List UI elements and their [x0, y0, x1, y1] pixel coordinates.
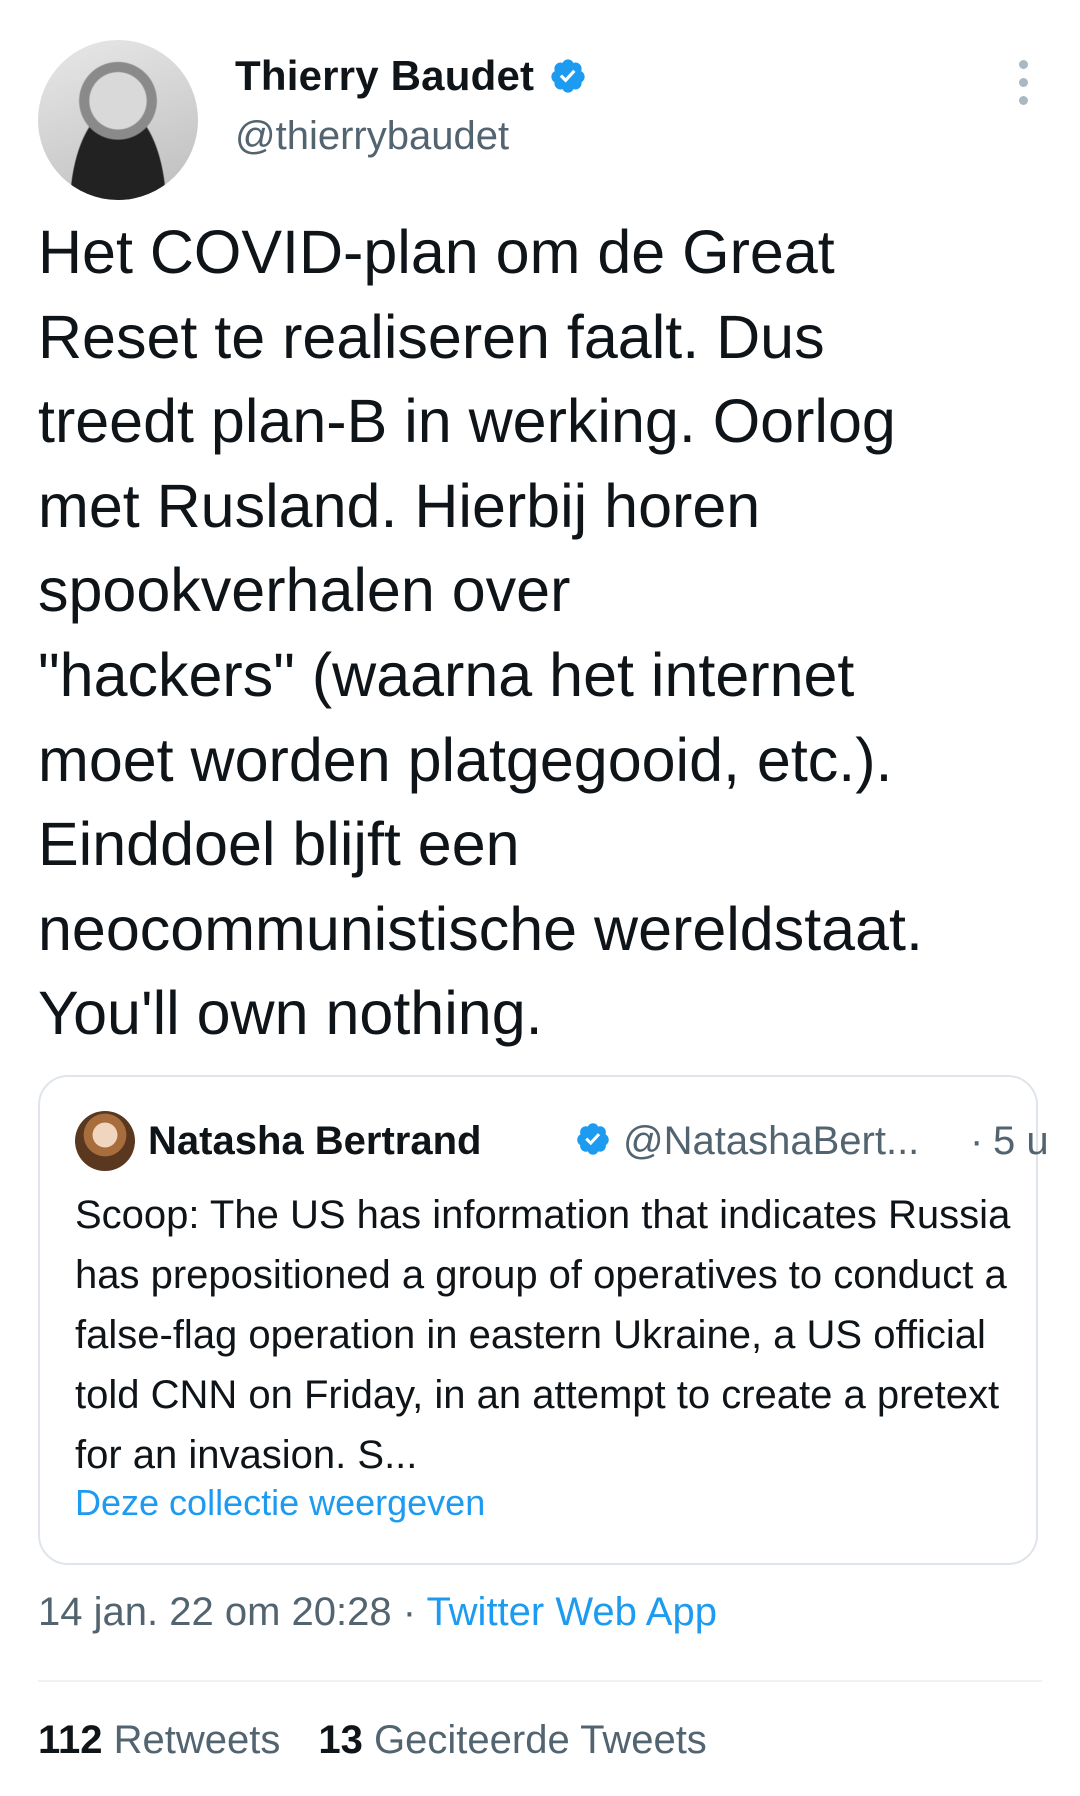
retweets-count: 112 — [38, 1718, 103, 1762]
quote-tweets-label: Geciteerde Tweets — [374, 1718, 707, 1762]
quoted-tweet-text: Scoop: The US has information that indic… — [75, 1193, 1011, 1477]
author-handle[interactable]: @thierrybaudet — [235, 114, 587, 159]
quoted-author-name: Natasha Bertrand — [148, 1119, 482, 1163]
separator-dot: · — [970, 1119, 984, 1163]
quote-tweets-count: 13 — [318, 1718, 363, 1762]
quoted-tweet-time: 5 u — [993, 1119, 1049, 1163]
tweet-timestamp[interactable]: 14 jan. 22 om 20:28 — [38, 1590, 392, 1634]
quoted-tweet-card[interactable]: Natasha Bertrand @NatashaBert... · 5 u S… — [38, 1075, 1049, 1565]
quoted-tweet-header: Natasha Bertrand @NatashaBert... · 5 u — [75, 1111, 1049, 1171]
quoted-author-avatar — [75, 1111, 135, 1171]
more-options-icon[interactable] — [1008, 60, 1038, 120]
retweets-label: Retweets — [113, 1718, 281, 1762]
tweet-header: Thierry Baudet @thierrybaudet — [38, 40, 1042, 200]
tweet-text: Het COVID-plan om de Great Reset te real… — [38, 218, 923, 1048]
separator-dot: · — [402, 1590, 417, 1634]
author-display-name[interactable]: Thierry Baudet — [235, 52, 534, 100]
retweets-stat[interactable]: 112 Retweets — [38, 1718, 280, 1762]
verified-badge-icon — [551, 59, 585, 93]
divider — [38, 1680, 1042, 1682]
tweet-source-link[interactable]: Twitter Web App — [426, 1590, 717, 1634]
quoted-author-handle: @NatashaBert... — [623, 1119, 920, 1163]
quote-tweets-stat[interactable]: 13 Geciteerde Tweets — [318, 1718, 706, 1762]
tweet-meta: 14 jan. 22 om 20:28 · Twitter Web App — [38, 1590, 717, 1635]
verified-badge-icon — [577, 1123, 609, 1155]
author-info: Thierry Baudet @thierrybaudet — [235, 52, 587, 159]
author-avatar[interactable] — [38, 40, 198, 200]
tweet-stats: 112 Retweets 13 Geciteerde Tweets — [38, 1718, 707, 1763]
view-collection-link[interactable]: Deze collectie weergeven — [75, 1482, 485, 1524]
